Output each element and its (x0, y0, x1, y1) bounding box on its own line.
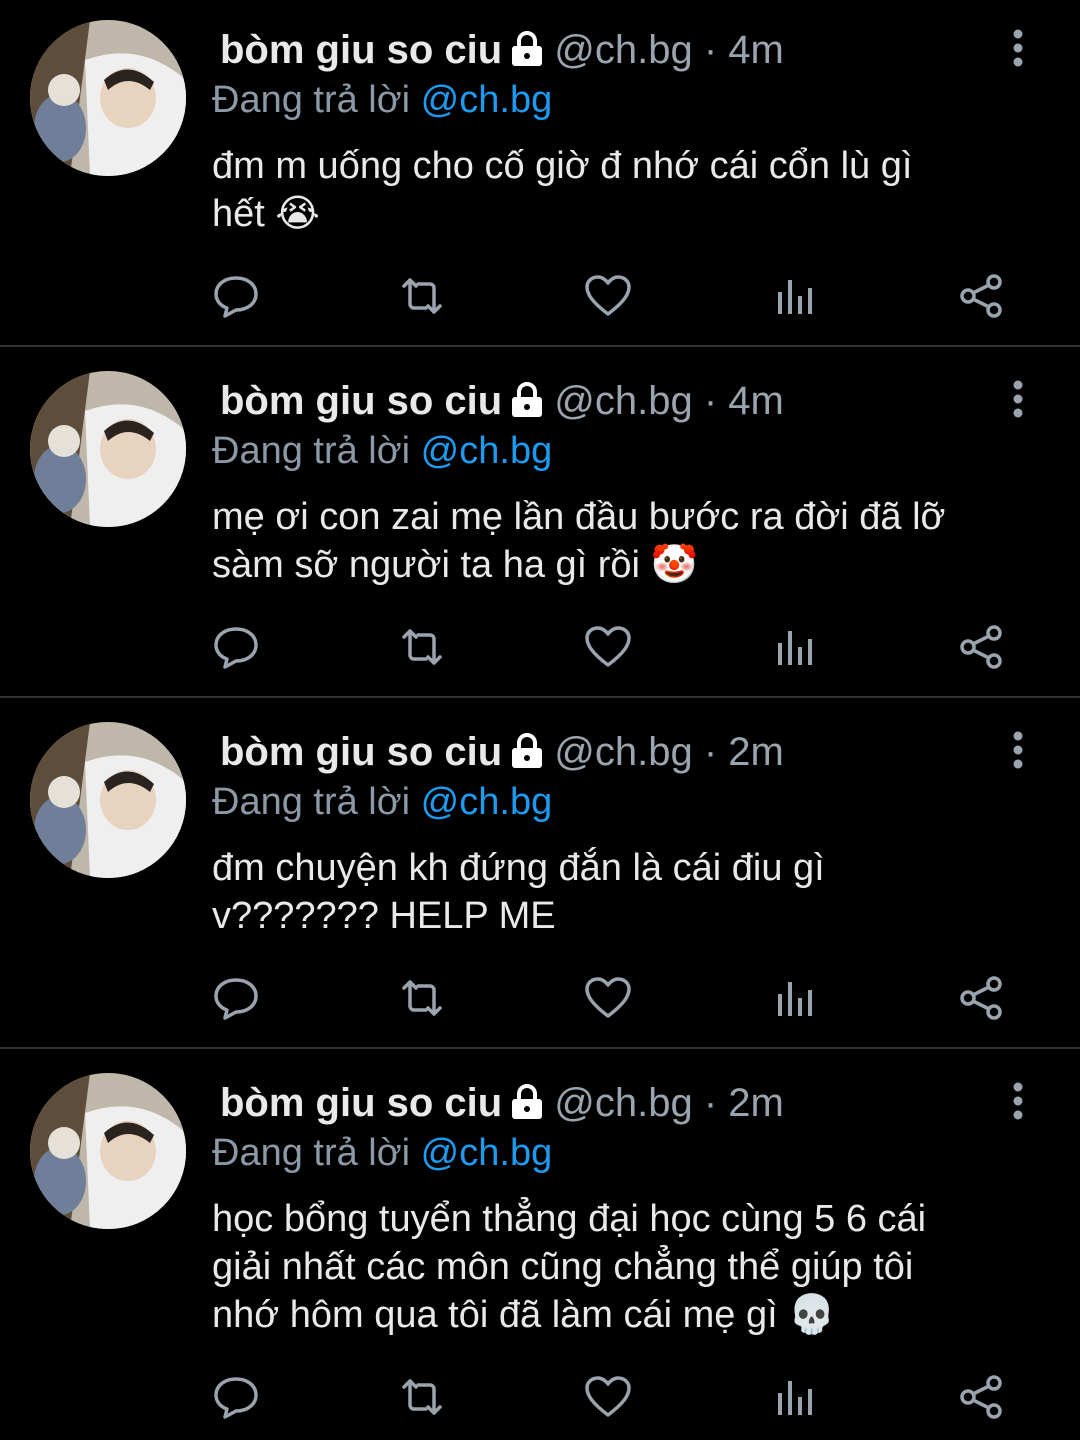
tweet[interactable]: bòm giu so ciu @ch.bg · 4m Đang trả lời @… (0, 0, 1080, 346)
user-handle[interactable]: @ch.bg (554, 730, 692, 774)
tweet-text-line: v??????? HELP ME (212, 895, 556, 937)
divider (0, 696, 1080, 698)
divider (0, 345, 1080, 347)
lock-icon (508, 30, 546, 78)
reply-prefix: Đang trả lời (212, 1132, 411, 1174)
avatar-image (30, 371, 186, 527)
retweet-icon[interactable] (396, 270, 448, 322)
separator: · (703, 379, 718, 423)
share-icon[interactable] (956, 621, 1008, 673)
bar-chart-icon[interactable] (770, 621, 822, 673)
bar-chart-icon[interactable] (770, 972, 822, 1024)
tweet[interactable]: bòm giu so ciu @ch.bg · 2m Đang trả lời @… (0, 702, 1080, 1048)
display-name[interactable]: bòm giu so ciu (220, 1081, 502, 1125)
tweet-header: bòm giu so ciu @ch.bg · 2m (220, 1079, 784, 1131)
share-icon[interactable] (956, 1371, 1008, 1423)
share-icon[interactable] (956, 270, 1008, 322)
tweet-header: bòm giu so ciu @ch.bg · 4m (220, 26, 784, 78)
timestamp[interactable]: 4m (728, 379, 784, 423)
tweet[interactable]: bòm giu so ciu @ch.bg · 4m Đang trả lời @… (0, 351, 1080, 697)
retweet-icon[interactable] (396, 621, 448, 673)
tweet-text: đm chuyện kh đứng đắn là cái điu gì v???… (212, 844, 1032, 940)
heart-icon[interactable] (582, 972, 634, 1024)
retweet-icon[interactable] (396, 972, 448, 1024)
speech-bubble-icon[interactable] (210, 621, 262, 673)
bar-chart-icon[interactable] (770, 270, 822, 322)
avatar-image (30, 1073, 186, 1229)
retweet-icon[interactable] (396, 1371, 448, 1423)
user-handle[interactable]: @ch.bg (554, 28, 692, 72)
speech-bubble-icon[interactable] (210, 270, 262, 322)
avatar[interactable] (30, 20, 186, 176)
tweet-text-line: sàm sỡ người ta ha gì rồi 🤡 (212, 544, 698, 586)
tweet-text: mẹ ơi con zai mẹ lần đầu bước ra đời đã … (212, 493, 1032, 589)
tweet-text-line: hết 😭 (212, 193, 320, 235)
action-bar (0, 1371, 1080, 1431)
tweet[interactable]: bòm giu so ciu @ch.bg · 2m Đang trả lời @… (0, 1053, 1080, 1440)
reply-prefix: Đang trả lời (212, 79, 411, 121)
reply-mention[interactable]: @ch.bg (421, 430, 553, 472)
lock-icon (508, 381, 546, 429)
user-handle[interactable]: @ch.bg (554, 379, 692, 423)
reply-context: Đang trả lời @ch.bg (212, 778, 552, 826)
tweet-text-line: đm m uống cho cố giờ đ nhớ cái cổn lù gì (212, 145, 913, 187)
reply-mention[interactable]: @ch.bg (421, 1132, 553, 1174)
tweet-header: bòm giu so ciu @ch.bg · 4m (220, 377, 784, 429)
tweet-text-line: đm chuyện kh đứng đắn là cái điu gì (212, 847, 825, 889)
vertical-dots-icon[interactable] (1004, 730, 1032, 774)
separator: · (703, 28, 718, 72)
reply-prefix: Đang trả lời (212, 430, 411, 472)
speech-bubble-icon[interactable] (210, 972, 262, 1024)
timestamp[interactable]: 4m (728, 28, 784, 72)
reply-prefix: Đang trả lời (212, 781, 411, 823)
tweet-text-line: học bổng tuyển thẳng đại học cùng 5 6 cá… (212, 1198, 927, 1240)
reply-context: Đang trả lời @ch.bg (212, 1129, 552, 1177)
tweet-text-line: giải nhất các môn cũng chẳng thể giúp tô… (212, 1246, 914, 1288)
display-name[interactable]: bòm giu so ciu (220, 379, 502, 423)
vertical-dots-icon[interactable] (1004, 28, 1032, 72)
avatar[interactable] (30, 371, 186, 527)
separator: · (703, 730, 718, 774)
avatar-image (30, 722, 186, 878)
tweet-text: đm m uống cho cố giờ đ nhớ cái cổn lù gì… (212, 142, 1032, 238)
reply-mention[interactable]: @ch.bg (421, 79, 553, 121)
timestamp[interactable]: 2m (728, 1081, 784, 1125)
tweet-text-line: mẹ ơi con zai mẹ lần đầu bước ra đời đã … (212, 496, 946, 538)
share-icon[interactable] (956, 972, 1008, 1024)
display-name[interactable]: bòm giu so ciu (220, 730, 502, 774)
avatar[interactable] (30, 722, 186, 878)
avatar[interactable] (30, 1073, 186, 1229)
avatar-image (30, 20, 186, 176)
reply-context: Đang trả lời @ch.bg (212, 427, 552, 475)
speech-bubble-icon[interactable] (210, 1371, 262, 1423)
tweet-text-line: nhớ hôm qua tôi đã làm cái mẹ gì 💀 (212, 1294, 836, 1336)
lock-icon (508, 732, 546, 780)
heart-icon[interactable] (582, 270, 634, 322)
tweet-header: bòm giu so ciu @ch.bg · 2m (220, 728, 784, 780)
tweet-text: học bổng tuyển thẳng đại học cùng 5 6 cá… (212, 1195, 1032, 1339)
lock-icon (508, 1083, 546, 1131)
vertical-dots-icon[interactable] (1004, 379, 1032, 423)
bar-chart-icon[interactable] (770, 1371, 822, 1423)
reply-mention[interactable]: @ch.bg (421, 781, 553, 823)
timestamp[interactable]: 2m (728, 730, 784, 774)
tweet-feed: bòm giu so ciu @ch.bg · 4m Đang trả lời @… (0, 0, 1080, 1440)
action-bar (0, 270, 1080, 330)
action-bar (0, 621, 1080, 681)
action-bar (0, 972, 1080, 1032)
heart-icon[interactable] (582, 1371, 634, 1423)
heart-icon[interactable] (582, 621, 634, 673)
user-handle[interactable]: @ch.bg (554, 1081, 692, 1125)
display-name[interactable]: bòm giu so ciu (220, 28, 502, 72)
divider (0, 1047, 1080, 1049)
separator: · (703, 1081, 718, 1125)
vertical-dots-icon[interactable] (1004, 1081, 1032, 1125)
reply-context: Đang trả lời @ch.bg (212, 76, 552, 124)
